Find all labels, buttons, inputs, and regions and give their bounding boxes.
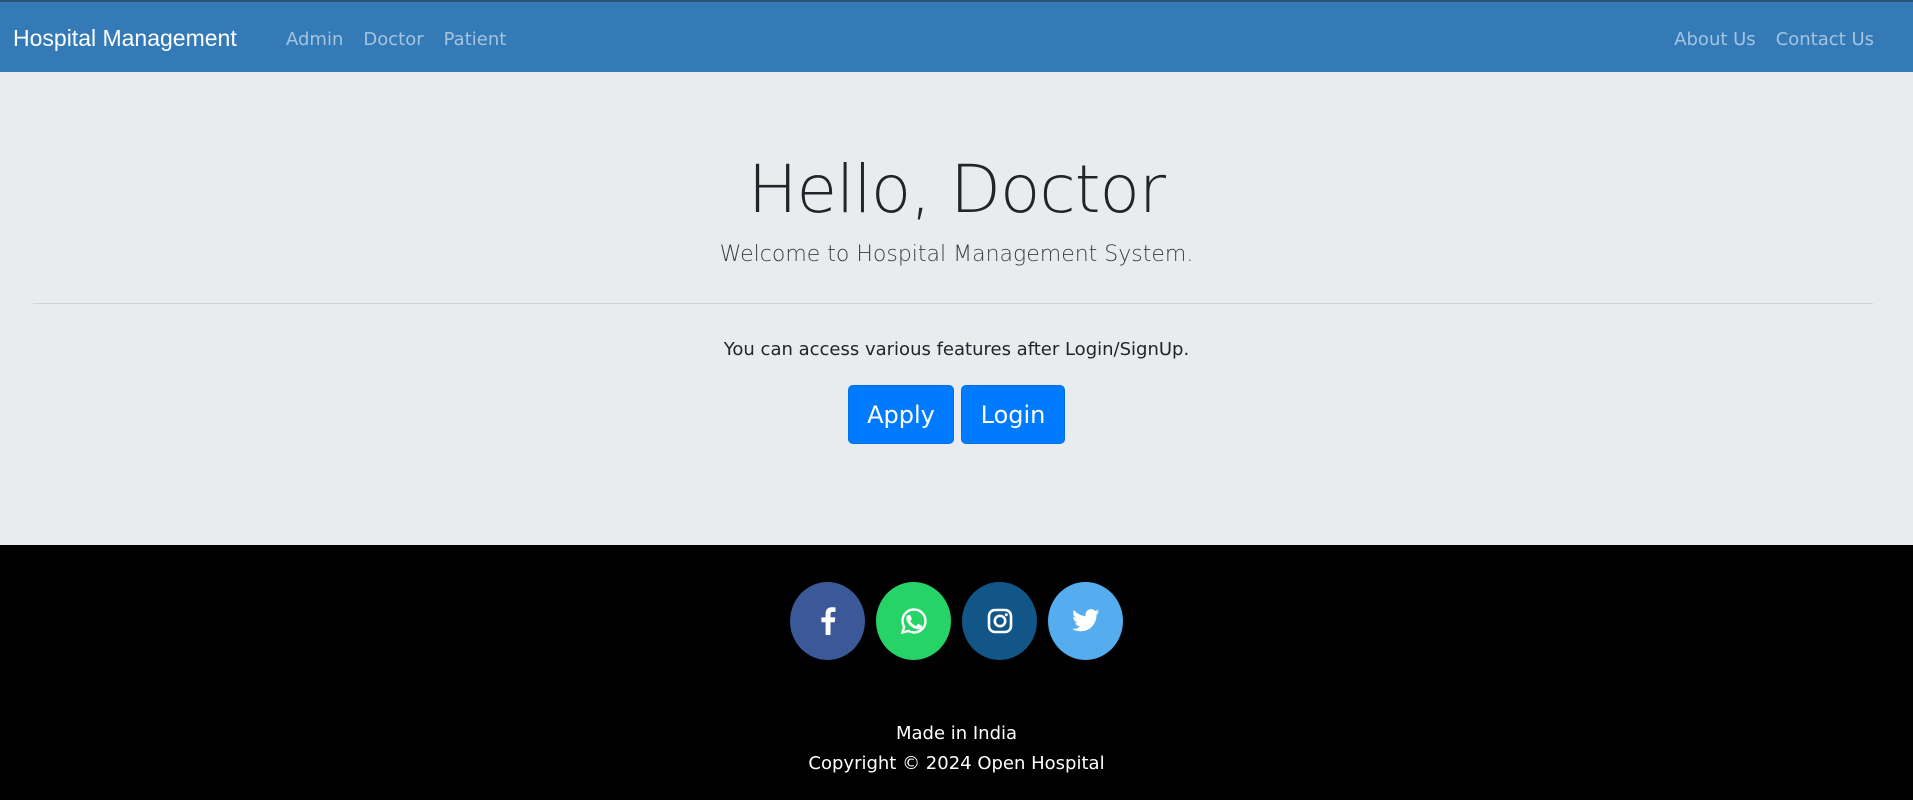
hero-jumbotron: Hello, Doctor Welcome to Hospital Manage…: [0, 72, 1913, 545]
facebook-icon: [820, 607, 835, 635]
instagram-icon: [987, 608, 1012, 634]
social-links: [0, 582, 1913, 660]
nav-right-links: About Us Contact Us: [1664, 28, 1884, 52]
nav-left-links: Admin Doctor Patient: [276, 28, 516, 52]
nav-link-doctor[interactable]: Doctor: [353, 28, 433, 52]
nav-link-admin[interactable]: Admin: [276, 28, 353, 52]
brand-link[interactable]: Hospital Management: [13, 24, 237, 52]
navbar: Hospital Management Admin Doctor Patient…: [0, 0, 1913, 72]
twitter-button[interactable]: [1048, 582, 1123, 660]
whatsapp-button[interactable]: [876, 582, 951, 660]
hero-divider: [33, 303, 1873, 304]
footer: Made in India Copyright © 2024 Open Hosp…: [0, 545, 1913, 800]
facebook-button[interactable]: [790, 582, 865, 660]
hero-title: Hello, Doctor: [747, 151, 1166, 228]
copyright-text: Copyright © 2024 Open Hospital: [808, 753, 1105, 774]
made-in-text: Made in India: [895, 723, 1018, 744]
twitter-icon: [1071, 609, 1099, 632]
nav-link-patient[interactable]: Patient: [434, 28, 517, 52]
instagram-button[interactable]: [962, 582, 1037, 660]
apply-button[interactable]: Apply: [848, 385, 954, 444]
nav-link-about-us[interactable]: About Us: [1664, 28, 1766, 52]
whatsapp-icon: [900, 608, 927, 635]
nav-link-contact-us[interactable]: Contact Us: [1766, 28, 1884, 52]
hero-button-row: Apply Login: [0, 385, 1913, 444]
login-button[interactable]: Login: [961, 385, 1065, 444]
hero-info-text: You can access various features after Lo…: [723, 339, 1190, 360]
hero-subtitle: Welcome to Hospital Management System.: [719, 242, 1194, 267]
